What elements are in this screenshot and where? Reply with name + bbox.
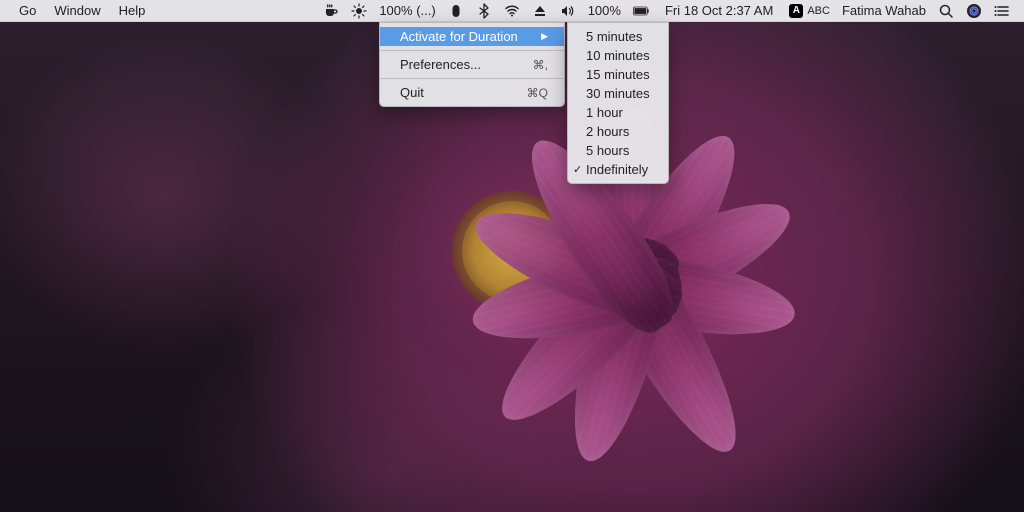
menu-item-shortcut: ⌘Q (527, 86, 548, 100)
notification-center-menubar-icon[interactable] (988, 0, 1016, 21)
user-name[interactable]: Fatima Wahab (836, 0, 932, 21)
amphetamine-menu: Activate for Duration ▶ Preferences... ⌘… (379, 22, 565, 107)
mouse-menubar-icon[interactable] (442, 0, 470, 21)
menu-item-label: Activate for Duration (400, 29, 518, 44)
duration-option[interactable]: 2 hours (568, 122, 668, 141)
sun-icon (351, 3, 367, 19)
wifi-icon (504, 3, 520, 19)
speaker-icon (560, 3, 576, 19)
menu-separator (380, 78, 564, 79)
amphetamine-menubar-icon[interactable] (317, 0, 345, 21)
menu-go[interactable]: Go (10, 0, 45, 21)
duration-label: 5 hours (586, 143, 629, 158)
datetime[interactable]: Fri 18 Oct 2:37 AM (655, 0, 783, 21)
battery-percent[interactable]: 100% (582, 0, 627, 21)
brightness-menubar-icon[interactable] (345, 0, 373, 21)
menu-window[interactable]: Window (45, 0, 109, 21)
duration-label: 10 minutes (586, 48, 650, 63)
menu-activate-for-duration[interactable]: Activate for Duration ▶ (380, 27, 564, 46)
duration-option[interactable]: 5 minutes (568, 27, 668, 46)
duration-label: 2 hours (586, 124, 629, 139)
duration-option[interactable]: 30 minutes (568, 84, 668, 103)
duration-label: 5 minutes (586, 29, 642, 44)
duration-option[interactable]: 15 minutes (568, 65, 668, 84)
menu-item-shortcut: ⌘, (533, 58, 548, 72)
duration-option[interactable]: 10 minutes (568, 46, 668, 65)
duration-submenu: 5 minutes 10 minutes 15 minutes 30 minutes 1… (567, 22, 669, 184)
menu-bar-left: Go Window Help (10, 0, 154, 21)
mouse-icon (448, 3, 464, 19)
duration-option[interactable]: Indefinitely (568, 160, 668, 179)
input-source-badge-icon: A (789, 4, 803, 18)
search-icon (938, 3, 954, 19)
menu-separator (380, 50, 564, 51)
menu-quit[interactable]: Quit ⌘Q (380, 83, 564, 102)
siri-icon (966, 3, 982, 19)
submenu-arrow-icon: ▶ (541, 31, 548, 42)
input-source[interactable]: A ABC (783, 0, 836, 21)
siri-menubar-icon[interactable] (960, 0, 988, 21)
duration-label: Indefinitely (586, 162, 648, 177)
battery-icon (633, 3, 649, 19)
duration-option[interactable]: 1 hour (568, 103, 668, 122)
menu-bar-right: 100% (...) (317, 0, 1016, 21)
duration-option[interactable]: 5 hours (568, 141, 668, 160)
menu-preferences[interactable]: Preferences... ⌘, (380, 55, 564, 74)
battery-menubar-icon[interactable] (627, 0, 655, 21)
wifi-menubar-icon[interactable] (498, 0, 526, 21)
eject-icon (532, 3, 548, 19)
list-icon (994, 3, 1010, 19)
coffee-cup-icon (323, 3, 339, 19)
brightness-percent[interactable]: 100% (...) (373, 0, 441, 21)
duration-label: 15 minutes (586, 67, 650, 82)
bluetooth-menubar-icon[interactable] (470, 0, 498, 21)
volume-menubar-icon[interactable] (554, 0, 582, 21)
duration-label: 1 hour (586, 105, 623, 120)
menu-bar: Go Window Help 100% (...) (0, 0, 1024, 22)
bluetooth-icon (476, 3, 492, 19)
spotlight-menubar-icon[interactable] (932, 0, 960, 21)
duration-label: 30 minutes (586, 86, 650, 101)
menu-help[interactable]: Help (110, 0, 155, 21)
input-source-label: ABC (807, 5, 830, 17)
menu-item-label: Quit (400, 85, 424, 100)
menu-item-label: Preferences... (400, 57, 481, 72)
eject-menubar-icon[interactable] (526, 0, 554, 21)
